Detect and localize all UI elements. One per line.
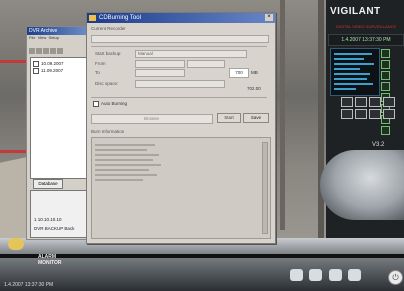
cd-burning-dialog: CDBurning Tool × Current Recorder Start …	[86, 12, 276, 244]
archive-title: DVR Archive	[27, 27, 89, 35]
to-label: To	[95, 70, 100, 75]
free-space-bar	[135, 80, 225, 88]
save-mode-label: Start backup:	[95, 51, 122, 56]
to-date-field[interactable]	[135, 69, 185, 77]
path-field[interactable]: Browse	[91, 114, 213, 124]
checkbox-box[interactable]	[93, 101, 99, 107]
archive-tree: 10.09.2007 11.09.2007	[30, 57, 87, 179]
free-space-label: Disc space:	[95, 81, 119, 86]
alarm-monitor[interactable]: ALARM MONITOR	[38, 254, 62, 266]
version-label: V3.2	[372, 142, 385, 148]
close-icon[interactable]: ×	[265, 14, 273, 21]
menu-setup[interactable]: Setup	[49, 35, 59, 40]
brand-tagline: DIGITAL VIDEO SURVEILLANCE	[336, 24, 397, 29]
info-scrollbar[interactable]	[262, 142, 268, 234]
camera-post-2	[318, 0, 324, 240]
section-label: Current Recorder	[91, 26, 126, 31]
camera-post	[280, 0, 285, 230]
tree-item[interactable]: 10.09.2007	[33, 61, 64, 67]
side-dial	[320, 150, 404, 220]
from-label: From	[95, 61, 106, 66]
camera-icon[interactable]	[290, 269, 303, 281]
app-icon	[89, 15, 96, 21]
channel-status-list	[330, 48, 380, 96]
tool-icon[interactable]	[50, 48, 56, 54]
layout-1-button[interactable]	[341, 97, 353, 107]
divider	[91, 46, 267, 47]
tree-item[interactable]: 11.09.2007	[33, 68, 63, 74]
save-button[interactable]: Save	[243, 113, 269, 123]
menu-view[interactable]: View	[38, 35, 47, 40]
tool-icon[interactable]	[57, 48, 63, 54]
info-log	[91, 137, 271, 239]
archive-toolbar	[27, 41, 89, 54]
play-icon[interactable]	[8, 238, 24, 250]
layout-9-button[interactable]	[369, 97, 381, 107]
layout-buttons[interactable]	[340, 96, 402, 119]
dialog-title: CDBurning Tool	[99, 15, 141, 21]
browse-hint: Browse	[144, 116, 160, 121]
free-space-value: 702.00	[247, 86, 261, 91]
auto-burning-label: Auto Burning	[101, 101, 128, 107]
auto-burning-checkbox[interactable]: Auto Burning	[93, 101, 127, 107]
layout-b-button[interactable]	[355, 109, 367, 119]
alarm-sub-label: MONITOR	[38, 260, 62, 266]
tab-database[interactable]: Database	[33, 179, 63, 189]
dialog-titlebar: CDBurning Tool ×	[87, 13, 275, 23]
power-icon[interactable]: ⏻	[388, 270, 403, 285]
bottom-toolbar	[290, 268, 370, 284]
tool-icon[interactable]	[43, 48, 49, 54]
tool-icon[interactable]	[36, 48, 42, 54]
layout-a-button[interactable]	[341, 109, 353, 119]
save-mode-value: Manual	[138, 51, 153, 56]
detail-line: 1 10.10.10.10	[34, 217, 62, 222]
menu-file[interactable]: File	[29, 35, 35, 40]
size-field[interactable]: 700	[229, 68, 249, 78]
layout-c-button[interactable]	[369, 109, 381, 119]
camera-grid-selector[interactable]	[380, 48, 400, 135]
settings-icon[interactable]	[348, 269, 362, 281]
record-icon[interactable]	[309, 269, 323, 281]
from-date-field[interactable]	[135, 60, 185, 68]
start-button[interactable]: Start	[217, 113, 241, 123]
recorder-select[interactable]	[91, 35, 269, 43]
divider	[91, 97, 267, 98]
clock-display: 1.4.2007 13:37:30 PM	[328, 34, 404, 46]
save-mode-select[interactable]: Manual	[135, 50, 247, 58]
playback-icon[interactable]	[328, 269, 342, 281]
bottom-datetime: 1.4.2007 13:37:30 PM	[4, 282, 54, 288]
tool-icon[interactable]	[29, 48, 35, 54]
detail-line: DVR BACKUP Back	[34, 226, 75, 231]
brand-logo: VIGILANT	[330, 6, 381, 17]
archive-window: DVR Archive File View Setup 10.09.2007 1…	[26, 26, 90, 240]
from-time-field[interactable]	[187, 60, 225, 68]
info-title: Burn Information	[91, 129, 125, 134]
layout-16-button[interactable]	[383, 97, 395, 107]
size-unit: MB	[251, 70, 258, 75]
archive-detail-panel: 1 10.10.10.10 DVR BACKUP Back	[30, 190, 87, 238]
layout-4-button[interactable]	[355, 97, 367, 107]
layout-d-button[interactable]	[383, 109, 395, 119]
